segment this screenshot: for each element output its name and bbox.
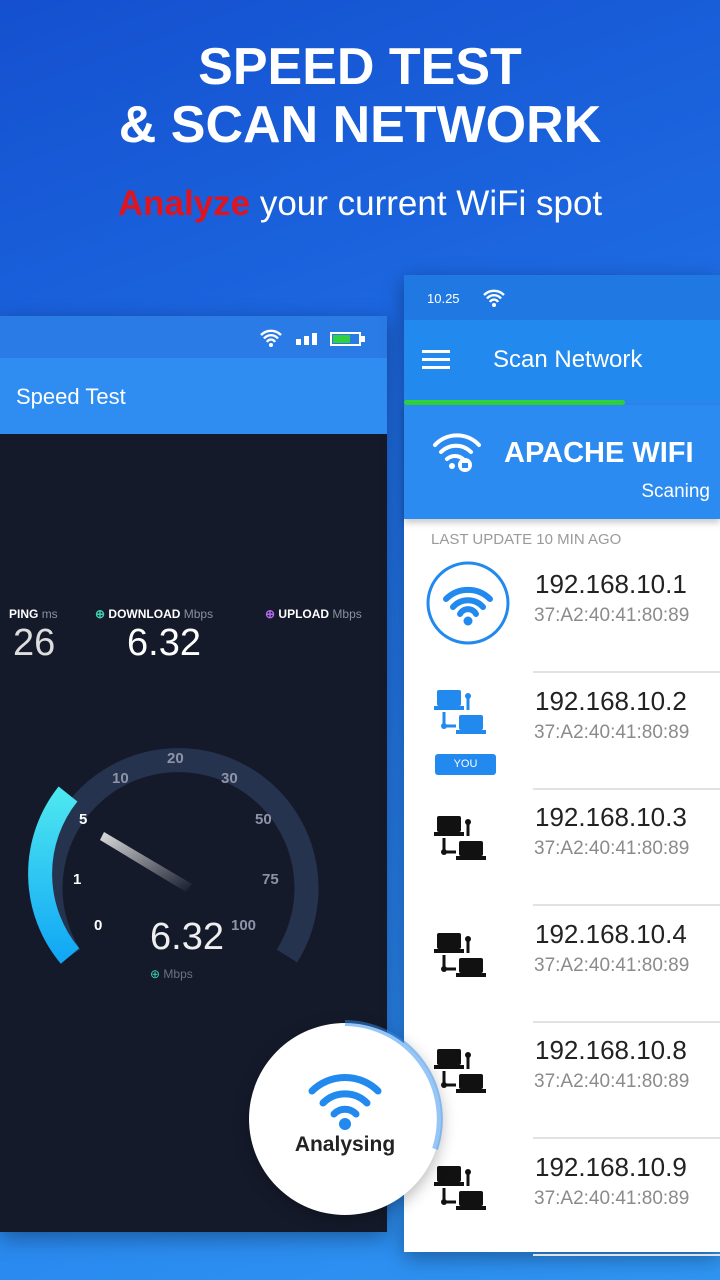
download-icon: ⊕ bbox=[95, 607, 106, 621]
wifi-icon bbox=[260, 329, 282, 347]
gauge-value: 6.32 bbox=[150, 916, 224, 958]
ping-unit: ms bbox=[41, 607, 58, 621]
device-row[interactable]: 192.168.10.8 37:A2:40:41:80:89 bbox=[404, 1023, 720, 1139]
you-badge: YOU bbox=[435, 753, 496, 775]
device-ip: 192.168.10.9 bbox=[535, 1151, 687, 1182]
subheadline-rest: your current WiFi spot bbox=[250, 184, 603, 223]
gauge-tick-10: 10 bbox=[112, 770, 129, 787]
device-mac: 37:A2:40:41:80:89 bbox=[534, 605, 690, 626]
signal-icon bbox=[296, 333, 317, 345]
device-ip: 192.168.10.8 bbox=[535, 1035, 687, 1065]
divider bbox=[533, 1253, 720, 1256]
device-row[interactable]: 192.168.10.3 37:A2:40:41:80:89 bbox=[404, 790, 720, 906]
gauge-tick-75: 75 bbox=[262, 871, 279, 888]
headline-line1: SPEED TEST bbox=[198, 38, 522, 96]
gauge-tick-50: 50 bbox=[255, 811, 272, 828]
download-unit: Mbps bbox=[183, 607, 214, 621]
gauge-tick-100: 100 bbox=[231, 917, 257, 934]
gauge-tick-20: 20 bbox=[167, 750, 184, 767]
ping-label-text: PING bbox=[9, 607, 39, 621]
analysing-label: Analysing bbox=[294, 1133, 396, 1156]
network-device-icon bbox=[432, 812, 490, 875]
scan-network-screen: 10.25 Scan Network APACHE WIFI Scaning L… bbox=[404, 275, 720, 1256]
device-mac: 37:A2:40:41:80:89 bbox=[534, 954, 690, 976]
device-mac: 37:A2:40:41:80:89 bbox=[534, 1187, 690, 1209]
upload-icon: ⊕ bbox=[265, 607, 276, 621]
status-bar bbox=[0, 316, 387, 358]
gauge-tick-0: 0 bbox=[94, 917, 103, 934]
device-row[interactable]: 192.168.10.1 37:A2:40:41:80:89 bbox=[404, 557, 720, 673]
screen-title: Scan Network bbox=[493, 346, 643, 373]
device-mac: 37:A2:40:41:80:89 bbox=[534, 721, 690, 743]
clock: 10.25 bbox=[427, 291, 460, 306]
router-wifi-icon bbox=[426, 561, 510, 650]
upload-label: ⊕ UPLOAD Mbps bbox=[265, 607, 362, 621]
headline-line2: & SCAN NETWORK bbox=[118, 96, 602, 154]
battery-icon bbox=[330, 332, 365, 346]
subheadline-highlight: Analyze bbox=[117, 184, 251, 223]
wifi-icon bbox=[483, 289, 505, 307]
download-label-text: DOWNLOAD bbox=[108, 607, 181, 621]
gauge-needle bbox=[100, 832, 192, 892]
last-update: LAST UPDATE 10 MIN AGO bbox=[431, 531, 622, 548]
gauge-tick-30: 30 bbox=[221, 770, 238, 787]
status-bar: 10.25 bbox=[404, 275, 720, 320]
analysing-button[interactable]: Analysing bbox=[249, 1020, 443, 1215]
gauge-tick-1: 1 bbox=[73, 871, 82, 888]
device-ip: 192.168.10.1 bbox=[535, 569, 687, 599]
ping-value: 26 bbox=[13, 622, 56, 664]
gauge-tick-5: 5 bbox=[79, 811, 88, 828]
network-banner: APACHE WIFI Scaning bbox=[404, 405, 720, 519]
device-row[interactable]: 192.168.10.9 37:A2:40:41:80:89 bbox=[404, 1140, 720, 1256]
menu-icon[interactable] bbox=[422, 350, 450, 370]
upload-label-text: UPLOAD bbox=[278, 607, 330, 621]
subheadline: Analyze your current WiFi spot bbox=[0, 184, 720, 224]
app-bar: Scan Network bbox=[404, 320, 720, 400]
download-label: ⊕ DOWNLOAD Mbps bbox=[95, 607, 213, 621]
device-mac: 37:A2:40:41:80:89 bbox=[534, 1071, 690, 1092]
speed-gauge bbox=[28, 748, 319, 964]
gauge-unit: ⊕ Mbps bbox=[150, 967, 193, 981]
download-icon: ⊕ bbox=[150, 967, 161, 981]
download-value: 6.32 bbox=[127, 622, 201, 664]
device-row[interactable]: 192.168.10.4 37:A2:40:41:80:89 bbox=[404, 907, 720, 1023]
device-ip: 192.168.10.4 bbox=[535, 918, 687, 949]
device-mac: 37:A2:40:41:80:89 bbox=[534, 838, 690, 859]
device-ip: 192.168.10.2 bbox=[535, 685, 687, 716]
upload-unit: Mbps bbox=[332, 607, 362, 621]
network-device-icon bbox=[432, 686, 490, 749]
device-row[interactable]: YOU 192.168.10.2 37:A2:40:41:80:89 bbox=[404, 674, 720, 790]
ping-label: PING ms bbox=[9, 607, 58, 621]
scan-status: Scaning bbox=[641, 481, 710, 502]
gauge-unit-text: Mbps bbox=[163, 967, 193, 981]
device-ip: 192.168.10.3 bbox=[535, 802, 687, 832]
network-name: APACHE WIFI bbox=[504, 437, 694, 469]
wifi-icon bbox=[308, 1074, 382, 1130]
app-bar: Speed Test bbox=[0, 358, 387, 434]
network-device-icon bbox=[432, 929, 490, 992]
wifi-lock-icon bbox=[433, 433, 481, 472]
